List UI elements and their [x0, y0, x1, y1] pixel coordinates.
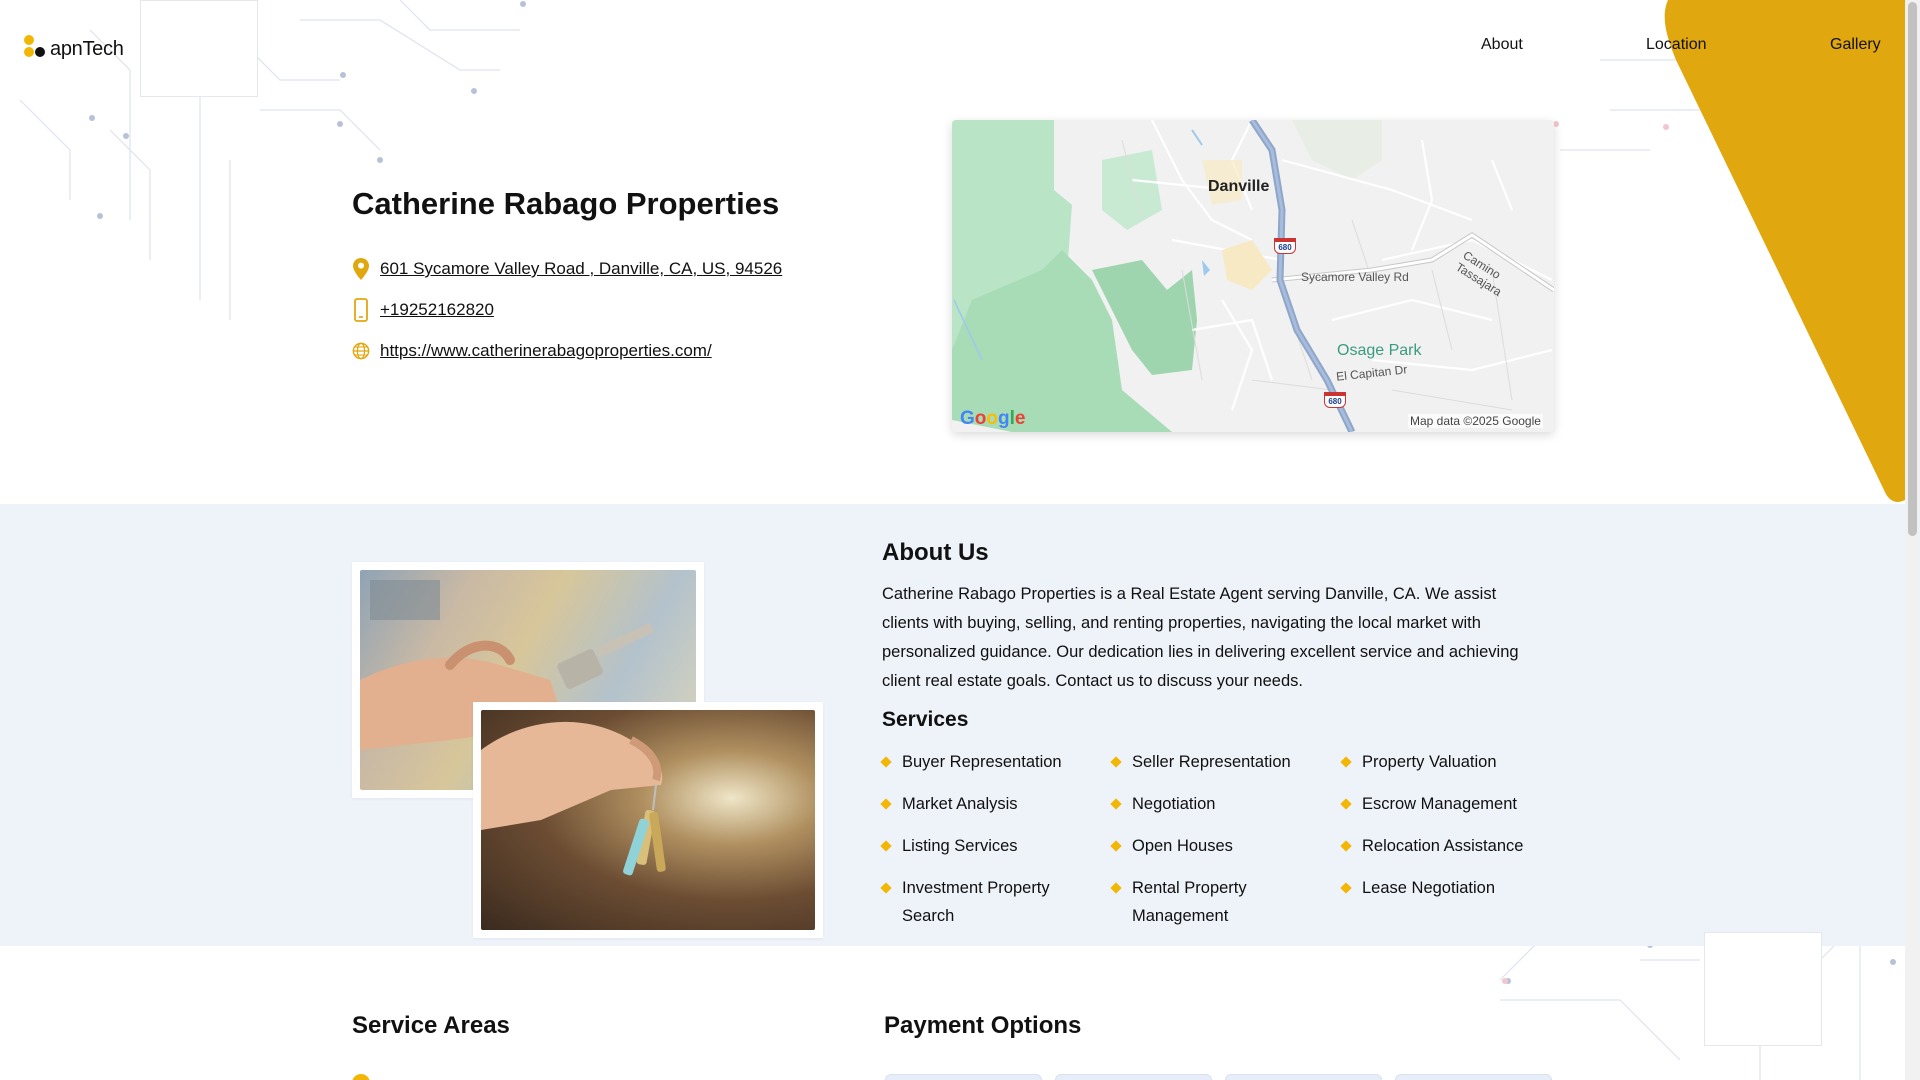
diamond-bullet-icon	[1110, 840, 1122, 852]
location-map[interactable]: Danville Sycamore Valley Rd Camino Tassa…	[952, 120, 1554, 432]
about-title: About Us	[882, 539, 989, 566]
phone-link[interactable]: +19252162820	[380, 300, 494, 320]
diamond-bullet-icon	[1110, 882, 1122, 894]
service-item: Investment Property Search	[880, 874, 1112, 930]
service-item: Escrow Management	[1340, 790, 1562, 818]
services-title: Services	[882, 708, 969, 731]
payment-chip	[1395, 1074, 1552, 1080]
address-row: 601 Sycamore Valley Road , Danville, CA,…	[352, 257, 782, 281]
page-scrollbar[interactable]	[1905, 0, 1920, 1080]
business-name: Catherine Rabago Properties	[352, 186, 780, 221]
payment-chip	[885, 1074, 1042, 1080]
nav-link-about[interactable]: About	[1481, 36, 1523, 54]
service-item: Negotiation	[1110, 790, 1342, 818]
service-item: Lease Negotiation	[1340, 874, 1562, 930]
payment-chip	[1055, 1074, 1212, 1080]
payment-chip	[1225, 1074, 1382, 1080]
about-description: Catherine Rabago Properties is a Real Es…	[882, 585, 1519, 690]
decorative-card	[1704, 932, 1822, 1046]
service-item: Open Houses	[1110, 832, 1342, 860]
globe-icon	[352, 339, 370, 363]
diamond-bullet-icon	[1340, 840, 1352, 852]
map-label-road: Sycamore Valley Rd	[1301, 270, 1409, 284]
address-link[interactable]: 601 Sycamore Valley Road , Danville, CA,…	[380, 259, 782, 279]
service-item: Market Analysis	[880, 790, 1112, 818]
site-header: apnTech About Location Gallery	[0, 0, 1905, 97]
service-item: Relocation Assistance	[1340, 832, 1562, 860]
diamond-bullet-icon	[1340, 756, 1352, 768]
map-label-city: Danville	[1208, 178, 1270, 195]
brand-name: apnTech	[50, 38, 124, 60]
map-label-park: Osage Park	[1337, 342, 1422, 359]
website-row: https://www.catherinerabagoproperties.co…	[352, 339, 712, 363]
service-item: Rental Property Management	[1110, 874, 1342, 930]
scrollbar-thumb[interactable]	[1908, 2, 1917, 536]
phone-row: +19252162820	[352, 298, 494, 322]
logo-mark-icon	[24, 34, 46, 59]
phone-icon	[352, 298, 370, 322]
diamond-bullet-icon	[1340, 882, 1352, 894]
brand-logo[interactable]: apnTech	[24, 32, 124, 61]
google-logo: Google	[960, 408, 1026, 429]
hand-holding-keys-image	[481, 721, 666, 876]
service-areas-title: Service Areas	[352, 1012, 510, 1039]
website-link[interactable]: https://www.catherinerabagoproperties.co…	[380, 341, 712, 361]
location-bullet-icon	[352, 1074, 370, 1080]
highway-shield-icon: 680	[1274, 238, 1296, 254]
decorative-card	[140, 0, 258, 97]
services-list: Buyer Representation Seller Representati…	[880, 748, 1562, 930]
service-item: Buyer Representation	[880, 748, 1112, 776]
diamond-bullet-icon	[880, 756, 892, 768]
diamond-bullet-icon	[1340, 798, 1352, 810]
diamond-bullet-icon	[880, 840, 892, 852]
diamond-bullet-icon	[880, 882, 892, 894]
nav-link-gallery[interactable]: Gallery	[1830, 36, 1881, 54]
service-item: Seller Representation	[1110, 748, 1342, 776]
nav-link-location[interactable]: Location	[1646, 36, 1707, 54]
service-item: Property Valuation	[1340, 748, 1562, 776]
payment-options-title: Payment Options	[884, 1012, 1082, 1039]
diamond-bullet-icon	[880, 798, 892, 810]
diamond-bullet-icon	[1110, 756, 1122, 768]
map-attribution[interactable]: Map data ©2025 Google	[1408, 414, 1543, 428]
highway-shield-icon: 680	[1324, 392, 1346, 408]
photo-keys-dangling	[473, 702, 823, 938]
diamond-bullet-icon	[1110, 798, 1122, 810]
service-item: Listing Services	[880, 832, 1112, 860]
map-pin-icon	[352, 257, 370, 281]
